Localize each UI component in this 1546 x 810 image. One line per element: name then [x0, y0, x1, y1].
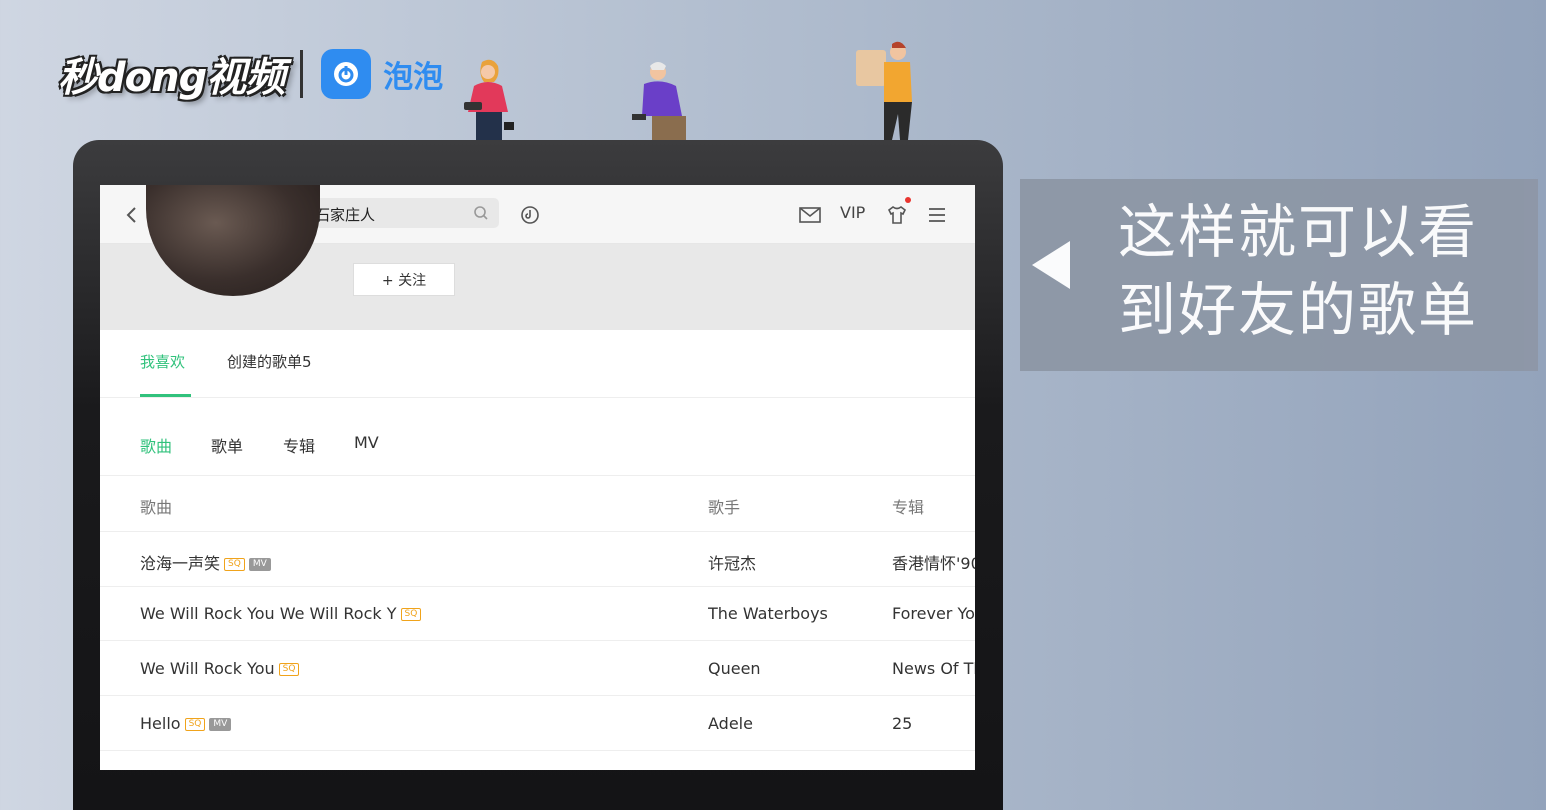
profile-header: + 关注: [100, 185, 975, 330]
caption-text: 这样就可以看到好友的歌单: [1118, 198, 1479, 344]
album-name[interactable]: 香港情怀'90: [892, 550, 975, 574]
singer-name[interactable]: Queen: [708, 659, 868, 678]
delivery-figure-illustration: [856, 41, 912, 140]
triangle-left-icon: [1032, 241, 1070, 289]
sq-badge: SQ: [224, 558, 245, 571]
brand-partner-name: 泡泡: [383, 60, 444, 95]
search-icon[interactable]: [473, 205, 489, 225]
avatar: [146, 185, 320, 296]
notification-dot: [905, 197, 911, 203]
sq-badge: SQ: [400, 608, 422, 621]
tshirt-icon: [887, 206, 907, 224]
song-title[interactable]: We Will Rock You: [140, 659, 275, 678]
man-figure-illustration: [632, 62, 686, 140]
column-header-song: 歌曲: [140, 498, 173, 517]
mail-icon: [799, 207, 821, 223]
album-name[interactable]: 25: [892, 714, 975, 733]
column-header-singer: 歌手: [708, 498, 741, 517]
mv-badge[interactable]: MV: [209, 718, 232, 731]
subtab-songs[interactable]: 歌曲: [140, 433, 172, 457]
singer-name[interactable]: 许冠杰: [708, 550, 868, 574]
table-row[interactable]: We Will Rock You We Will Rock Y SQ The Wa…: [100, 586, 975, 641]
woman-figure-illustration: [464, 59, 514, 140]
table-row[interactable]: 沧海一声笑 SQ MV 许冠杰 香港情怀'90: [100, 532, 975, 587]
subtab-albums[interactable]: 专辑: [283, 433, 315, 457]
singer-name[interactable]: The Waterboys: [708, 604, 868, 623]
recognize-button[interactable]: [516, 201, 544, 229]
music-recognize-icon: [521, 206, 539, 224]
brand-header: 秒dong视频 泡泡: [58, 46, 443, 102]
column-header-album: 专辑: [892, 498, 925, 517]
sq-badge: SQ: [184, 718, 206, 731]
subtab-mv[interactable]: MV: [354, 433, 379, 452]
table-row[interactable]: Hello SQ MV Adele 25: [100, 696, 975, 751]
caption-box: 这样就可以看到好友的歌单: [1020, 179, 1538, 371]
singer-name[interactable]: Adele: [708, 714, 868, 733]
song-title[interactable]: We Will Rock You We Will Rock Y: [140, 604, 397, 623]
paopao-logo-icon: [321, 49, 372, 99]
tab-liked[interactable]: 我喜欢: [140, 351, 185, 372]
chevron-left-icon: [126, 207, 136, 223]
album-name[interactable]: News Of The World: [892, 659, 975, 678]
liked-subtabs: 歌曲 歌单 专辑 MV: [100, 397, 975, 476]
follow-button[interactable]: + 关注: [353, 263, 455, 296]
subtab-playlists[interactable]: 歌单: [211, 433, 243, 457]
table-row[interactable]: We Will Rock YouSQ Queen News Of The Wor…: [100, 641, 975, 696]
profile-tabs: 我喜欢 创建的歌单5: [100, 335, 975, 398]
song-title[interactable]: 沧海一声笑: [140, 554, 220, 573]
brand-divider: [300, 50, 304, 98]
messages-button[interactable]: [796, 201, 824, 229]
menu-button[interactable]: [923, 201, 951, 229]
hamburger-menu-icon: [929, 208, 945, 222]
vip-button[interactable]: VIP: [840, 203, 865, 222]
mv-badge[interactable]: MV: [248, 558, 271, 571]
song-title[interactable]: Hello: [140, 714, 181, 733]
back-button[interactable]: [118, 201, 146, 229]
song-table-header: 歌曲 歌手 专辑: [100, 476, 975, 532]
tab-created-playlists[interactable]: 创建的歌单5: [227, 351, 312, 372]
album-name[interactable]: Forever You: [892, 604, 975, 623]
sq-badge: SQ: [278, 663, 300, 676]
brand-logo-text: 秒dong视频: [58, 55, 285, 101]
skin-button[interactable]: [883, 201, 911, 229]
music-app-window: 杀死那个石家庄人 VIP + 关注 我喜欢 创建的歌单5 歌曲 歌单: [100, 185, 975, 770]
